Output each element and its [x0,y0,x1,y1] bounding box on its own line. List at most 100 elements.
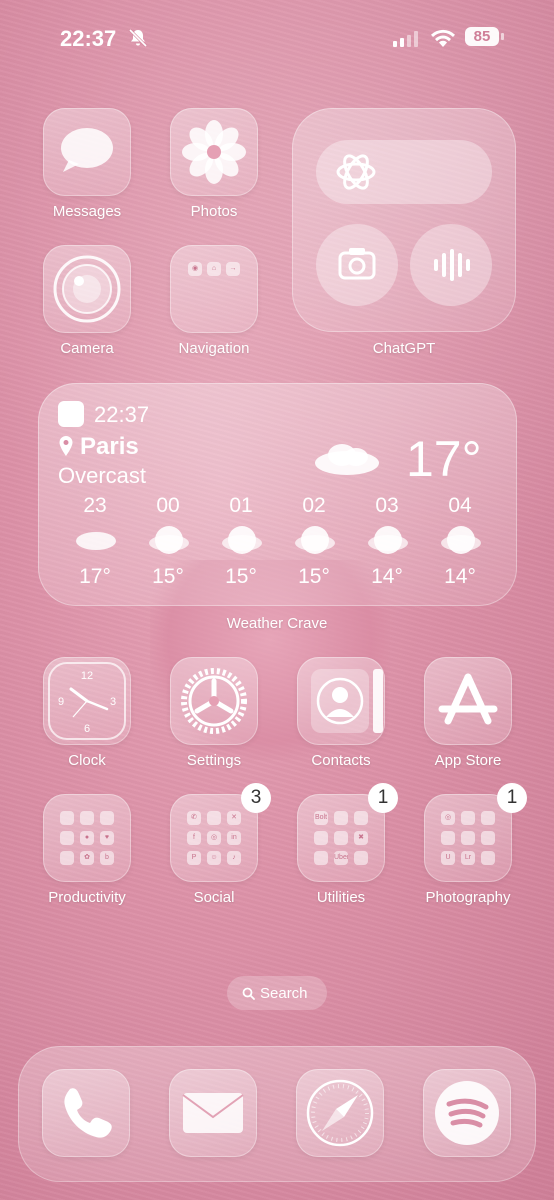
voice-wave-icon [434,249,470,281]
cloud-icon [315,444,379,475]
aperture-mini-icon [461,831,475,845]
soundcloud-mini-icon [334,811,348,825]
mail-app[interactable] [169,1069,257,1157]
mail-icon [182,1093,244,1133]
messages-label: Messages [52,203,122,220]
svg-text:3: 3 [110,696,116,708]
lightroom-mini-icon: Lr [461,851,475,865]
settings-label: Settings [186,752,242,769]
cloud-icon [76,532,116,550]
chatgpt-camera-button[interactable] [316,224,398,306]
messages-app[interactable] [43,108,131,196]
chatgpt-label: ChatGPT [372,340,436,357]
chatgpt-widget[interactable] [292,108,516,332]
social-badge: 3 [241,783,271,813]
wallet-mini-icon [60,831,74,845]
wifi-icon [430,29,456,53]
search-icon [242,987,255,1000]
svg-text:12: 12 [81,670,93,682]
camera-mini-icon [334,831,348,845]
hour-label: 03 [375,494,399,517]
hour-label: 04 [448,494,472,517]
timer-mini-icon [60,851,74,865]
cross-mini-icon: ✖ [354,831,368,845]
weather-app-square-icon [58,401,84,427]
clock-app[interactable]: 12 3 6 9 [43,657,131,745]
utilities-badge: 1 [368,783,398,813]
chatgpt-prompt-pill[interactable] [316,140,492,204]
svg-text:6: 6 [84,723,90,735]
social-label: Social [193,889,235,906]
messages-icon [61,128,113,172]
phone-icon [64,1088,112,1138]
uber-mini-icon: Uber [334,851,348,865]
whatsapp-mini-icon: ✆ [187,811,201,825]
dock [18,1046,536,1182]
grid-mini-icon [314,831,328,845]
maps-mini-icon: ◉ [188,262,202,276]
record-mini-icon: ● [80,831,94,845]
camera-lens-icon [53,255,121,323]
instagram-mini-icon: ◎ [441,811,455,825]
photos-app[interactable] [170,108,258,196]
hour-temp: 15° [152,565,184,588]
vsco-mini-icon [441,831,455,845]
search-button[interactable]: Search [227,976,327,1010]
directions-mini-icon: ⌂ [207,262,221,276]
camera-icon [338,248,376,280]
walk-mini-icon [354,851,368,865]
weather-widget[interactable]: 22:37 Paris Overcast 17° 23 00 01 02 03 … [38,383,517,606]
moon-cloud-icon [149,526,189,554]
productivity-folder[interactable]: ● ♥ ✿ b [43,794,131,882]
reminders-mini-icon [100,811,114,825]
moon-cloud-icon [295,526,335,554]
hour-label: 00 [156,494,180,517]
film-camera-mini-icon [481,851,495,865]
chatgpt-voice-button[interactable] [410,224,492,306]
weather-time: 22:37 [94,402,150,427]
silent-bell-icon [128,28,148,53]
moon-cloud-icon [368,526,408,554]
camera-app[interactable] [43,245,131,333]
moon-cloud-icon [222,526,262,554]
app-store-label: App Store [434,752,502,769]
sparkle-mini-icon [354,811,368,825]
battery-level: 85 [465,27,499,46]
linkedin-mini-icon: in [227,831,241,845]
photos-label: Photos [190,203,238,220]
safari-app[interactable] [296,1069,384,1157]
cellular-signal-icon [393,31,421,52]
hour-temp: 15° [225,565,257,588]
photography-label: Photography [425,889,511,906]
hour-label: 02 [302,494,326,517]
photography-badge: 1 [497,783,527,813]
clock-label: Clock [68,752,106,769]
utilities-label: Utilities [316,889,366,906]
contacts-app[interactable] [297,657,385,745]
hour-temp: 14° [444,565,476,588]
navigation-folder[interactable]: ◉ ⌂ → [170,245,258,333]
contacts-icon [311,669,383,733]
search-label: Search [260,985,308,1002]
messenger-mini-icon [207,811,221,825]
settings-app[interactable] [170,657,258,745]
moon-cloud-icon [441,526,481,554]
phone-app[interactable] [42,1069,130,1157]
camera-label: Camera [60,340,114,357]
status-time: 22:37 [60,26,117,51]
spotify-app[interactable] [423,1069,511,1157]
openai-mini-icon: ✿ [80,851,94,865]
weather-city: Paris [80,433,139,460]
app-store-app[interactable] [424,657,512,745]
navigation-label: Navigation [178,340,250,357]
photography-folder[interactable]: ◎ U Lr [424,794,512,882]
lens-mini-icon [461,811,475,825]
hour-label: 01 [229,494,253,517]
hour-label: 23 [83,494,107,517]
location-pin-icon [59,436,73,456]
instagram-mini-icon: ◎ [207,831,221,845]
safari-icon [306,1079,374,1147]
battery-tip [501,33,504,40]
gear-icon [181,668,247,734]
x-mini-icon: ✕ [227,811,241,825]
